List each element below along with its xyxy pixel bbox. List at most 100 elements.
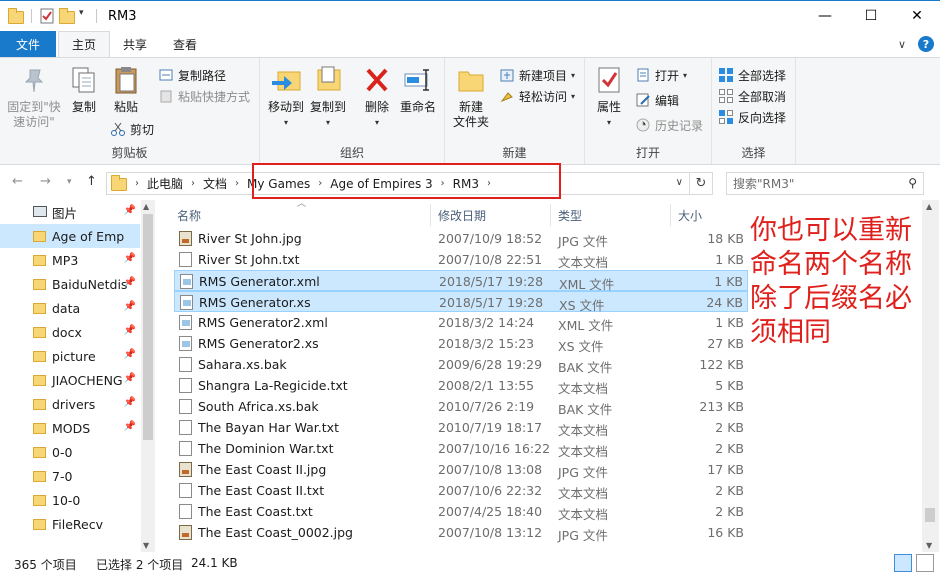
- rename-button[interactable]: 重命名: [398, 64, 438, 115]
- nav-item-jiaocheng[interactable]: JIAOCHENG 📌: [0, 368, 140, 392]
- folder-icon: [33, 399, 46, 410]
- easy-access-button[interactable]: 轻松访问 ▾: [499, 87, 575, 105]
- move-to-button[interactable]: 移动到 ▾: [266, 64, 306, 130]
- column-divider[interactable]: [430, 204, 431, 226]
- select-none-icon: [718, 88, 734, 104]
- breadcrumb-this-pc[interactable]: 此电脑: [141, 175, 189, 192]
- file-row-selected[interactable]: RMS Generator.xml 2018/5/17 19:28 XML 文件…: [174, 270, 748, 292]
- scroll-thumb[interactable]: [925, 508, 935, 522]
- file-row[interactable]: South Africa.xs.bak 2010/7/26 2:19 BAK 文…: [174, 396, 748, 417]
- nav-item-0-0[interactable]: 0-0: [0, 440, 140, 464]
- file-date: 2007/10/8 13:12: [438, 525, 543, 540]
- file-row[interactable]: River St John.txt 2007/10/8 22:51 文本文档 1…: [174, 249, 748, 270]
- close-button[interactable]: ✕: [894, 1, 940, 31]
- nav-scrollbar[interactable]: ▲ ▼: [141, 200, 155, 552]
- large-icons-view-icon[interactable]: [916, 554, 934, 572]
- help-icon[interactable]: ?: [918, 36, 934, 52]
- file-list-scrollbar[interactable]: ▲ ▼: [922, 200, 939, 552]
- scroll-down-icon[interactable]: ▼: [926, 541, 932, 550]
- paste-button[interactable]: 粘贴: [108, 64, 144, 115]
- folder-icon: [33, 423, 46, 434]
- delete-button[interactable]: 删除 ▾: [362, 64, 392, 130]
- expand-ribbon-icon[interactable]: ∨: [898, 38, 906, 51]
- search-input[interactable]: 搜索"RM3" ⚲: [726, 172, 924, 195]
- scroll-down-icon[interactable]: ▼: [143, 541, 149, 550]
- column-divider[interactable]: [670, 204, 671, 226]
- nav-item-drivers[interactable]: drivers 📌: [0, 392, 140, 416]
- nav-item-7-0[interactable]: 7-0: [0, 464, 140, 488]
- tab-view[interactable]: 查看: [160, 31, 210, 57]
- nav-item-picture[interactable]: picture 📌: [0, 344, 140, 368]
- address-dropdown-icon[interactable]: ∨: [676, 177, 683, 188]
- refresh-icon[interactable]: ↻: [690, 172, 713, 195]
- chevron-right-icon: ›: [135, 178, 139, 189]
- nav-item-docx[interactable]: docx 📌: [0, 320, 140, 344]
- forward-icon[interactable]: →: [40, 174, 51, 189]
- column-header-name[interactable]: 名称: [177, 207, 201, 224]
- open-button[interactable]: 打开 ▾: [635, 66, 687, 84]
- recent-locations-icon[interactable]: ▾: [67, 177, 72, 187]
- select-none-button[interactable]: 全部取消: [718, 87, 786, 105]
- scroll-up-icon[interactable]: ▲: [143, 202, 149, 211]
- copy-button[interactable]: 复制: [68, 64, 100, 115]
- copy-to-button[interactable]: 复制到 ▾: [308, 64, 348, 130]
- breadcrumb-documents[interactable]: 文档: [197, 175, 233, 192]
- new-folder-button[interactable]: 新建 文件夹: [451, 64, 491, 130]
- back-icon[interactable]: ←: [12, 174, 23, 189]
- nav-item-baidunetdisk[interactable]: BaiduNetdis 📌: [0, 272, 140, 296]
- copy-icon: [68, 64, 100, 96]
- column-divider[interactable]: [550, 204, 551, 226]
- pin-quick-access-button[interactable]: 固定到"快速访问": [6, 64, 62, 130]
- file-row[interactable]: River St John.jpg 2007/10/9 18:52 JPG 文件…: [174, 228, 748, 249]
- select-all-button[interactable]: 全部选择: [718, 66, 786, 84]
- file-row[interactable]: Shangra La-Regicide.txt 2008/2/1 13:55 文…: [174, 375, 748, 396]
- cut-button[interactable]: 剪切: [110, 120, 154, 138]
- file-row[interactable]: The East Coast_0002.jpg 2007/10/8 13:12 …: [174, 522, 748, 543]
- scroll-up-icon[interactable]: ▲: [926, 202, 932, 211]
- file-row[interactable]: RMS Generator2.xs 2018/3/2 15:23 XS 文件 2…: [174, 333, 748, 354]
- customize-qat-icon[interactable]: ▾: [79, 8, 89, 24]
- column-header-type[interactable]: 类型: [558, 207, 582, 224]
- column-header-date[interactable]: 修改日期: [438, 207, 486, 224]
- pin-icon: 📌: [123, 349, 136, 360]
- properties-icon[interactable]: [39, 8, 55, 24]
- chevron-down-icon: ▾: [571, 70, 576, 80]
- minimize-button[interactable]: —: [802, 1, 848, 31]
- edit-button[interactable]: 编辑: [635, 91, 679, 109]
- nav-item-filerecv[interactable]: FileRecv: [0, 512, 140, 536]
- scroll-thumb[interactable]: [143, 214, 153, 440]
- file-row[interactable]: The East Coast II.txt 2007/10/6 22:32 文本…: [174, 480, 748, 501]
- history-button[interactable]: 历史记录: [635, 116, 703, 134]
- new-item-button[interactable]: 新建项目 ▾: [499, 66, 575, 84]
- tab-share[interactable]: 共享: [110, 31, 160, 57]
- text-file-icon: [179, 483, 192, 498]
- up-icon[interactable]: ↑: [86, 174, 97, 189]
- properties-button[interactable]: 属性 ▾: [591, 64, 627, 130]
- tab-file[interactable]: 文件: [0, 31, 56, 57]
- file-row[interactable]: Sahara.xs.bak 2009/6/28 19:29 BAK 文件 122…: [174, 354, 748, 375]
- new-folder-icon[interactable]: [59, 8, 75, 24]
- file-row[interactable]: The Dominion War.txt 2007/10/16 16:22 文本…: [174, 438, 748, 459]
- copy-path-button[interactable]: 复制路径: [158, 66, 226, 84]
- nav-item-mp3[interactable]: MP3 📌: [0, 248, 140, 272]
- paste-shortcut-button[interactable]: 粘贴快捷方式: [158, 87, 250, 105]
- invert-selection-button[interactable]: 反向选择: [718, 108, 786, 126]
- search-icon[interactable]: ⚲: [908, 176, 917, 190]
- nav-item-10-0[interactable]: 10-0: [0, 488, 140, 512]
- folder-icon: [33, 255, 46, 266]
- nav-item-pictures[interactable]: 图片 📌: [0, 200, 140, 224]
- details-view-icon[interactable]: [894, 554, 912, 572]
- file-row[interactable]: The East Coast II.jpg 2007/10/8 13:08 JP…: [174, 459, 748, 480]
- column-header-size[interactable]: 大小: [678, 207, 702, 224]
- file-row-selected[interactable]: RMS Generator.xs 2018/5/17 19:28 XS 文件 2…: [174, 291, 748, 313]
- maximize-button[interactable]: ☐: [848, 1, 894, 31]
- nav-item-mods[interactable]: MODS 📌: [0, 416, 140, 440]
- folder-icon: [33, 327, 46, 338]
- nav-item-data[interactable]: data 📌: [0, 296, 140, 320]
- file-row[interactable]: The Bayan Har War.txt 2010/7/19 18:17 文本…: [174, 417, 748, 438]
- file-row[interactable]: The East Coast.txt 2007/4/25 18:40 文本文档 …: [174, 501, 748, 522]
- file-row[interactable]: RMS Generator2.xml 2018/3/2 14:24 XML 文件…: [174, 312, 748, 333]
- nav-item-age-of-empires[interactable]: Age of Emp: [0, 224, 140, 248]
- tab-home[interactable]: 主页: [58, 31, 111, 57]
- file-type: 文本文档: [558, 444, 609, 459]
